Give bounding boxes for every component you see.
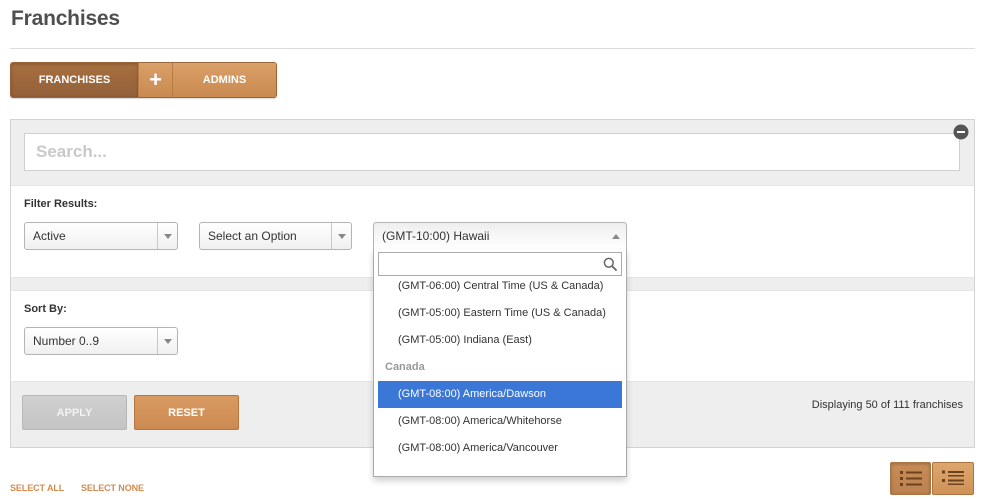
select-all-link[interactable]: SELECT ALL xyxy=(10,483,64,493)
minus-circle-icon[interactable] xyxy=(953,124,969,140)
option-select-value: Select an Option xyxy=(208,229,297,243)
search-icon xyxy=(603,257,617,271)
list-view-icon xyxy=(899,471,922,486)
page-title: Franchises xyxy=(11,7,120,30)
timezone-select-value: (GMT-10:00) Hawaii xyxy=(382,229,490,243)
timezone-option[interactable]: (GMT-08:00) America/Dawson xyxy=(378,381,622,408)
timezone-options-list[interactable]: (GMT-06:00) Central Time (US & Canada) (… xyxy=(378,277,622,475)
select-none-link[interactable]: SELECT NONE xyxy=(81,483,144,493)
option-select[interactable]: Select an Option xyxy=(199,222,352,250)
timezone-group-label: Canada xyxy=(385,361,425,373)
section-tabs: FRANCHISES + ADMINS xyxy=(10,62,277,98)
detail-list-view-icon xyxy=(942,470,964,485)
view-toggle xyxy=(890,462,974,495)
chevron-down-icon xyxy=(157,223,177,249)
apply-button[interactable]: APPLY xyxy=(22,395,127,430)
title-divider xyxy=(10,48,975,49)
detail-view-button[interactable] xyxy=(932,462,974,495)
timezone-option[interactable]: (GMT-06:00) Central Time (US & Canada) xyxy=(378,277,622,300)
filter-results-label: Filter Results: xyxy=(24,198,98,210)
tab-admins[interactable]: ADMINS xyxy=(172,63,276,97)
timezone-option[interactable]: (GMT-08:00) America/Vancouver xyxy=(378,435,622,462)
chevron-down-icon xyxy=(157,328,177,354)
sort-select-value: Number 0..9 xyxy=(33,334,100,348)
timezone-search xyxy=(378,252,622,276)
timezone-dropdown: (GMT-06:00) Central Time (US & Canada) (… xyxy=(373,249,627,477)
status-select[interactable]: Active xyxy=(24,222,178,250)
timezone-option[interactable]: (GMT-05:00) Eastern Time (US & Canada) xyxy=(378,300,622,327)
tab-franchises[interactable]: FRANCHISES xyxy=(11,63,138,97)
timezone-option[interactable]: (GMT-05:00) Indiana (East) xyxy=(378,327,622,354)
sort-by-label: Sort By: xyxy=(24,303,67,315)
results-count: Displaying 50 of 111 franchises xyxy=(811,399,963,411)
timezone-option[interactable]: (GMT-08:00) America/Whitehorse xyxy=(378,408,622,435)
search-input[interactable] xyxy=(24,133,960,171)
reset-button[interactable]: RESET xyxy=(134,395,239,430)
compact-view-button[interactable] xyxy=(890,462,931,495)
timezone-select[interactable]: (GMT-10:00) Hawaii xyxy=(373,222,627,250)
chevron-up-icon xyxy=(606,223,626,249)
add-franchise-button[interactable]: + xyxy=(138,63,172,97)
sort-select[interactable]: Number 0..9 xyxy=(24,327,178,355)
timezone-search-input[interactable] xyxy=(379,253,621,275)
status-select-value: Active xyxy=(33,229,66,243)
chevron-down-icon xyxy=(331,223,351,249)
